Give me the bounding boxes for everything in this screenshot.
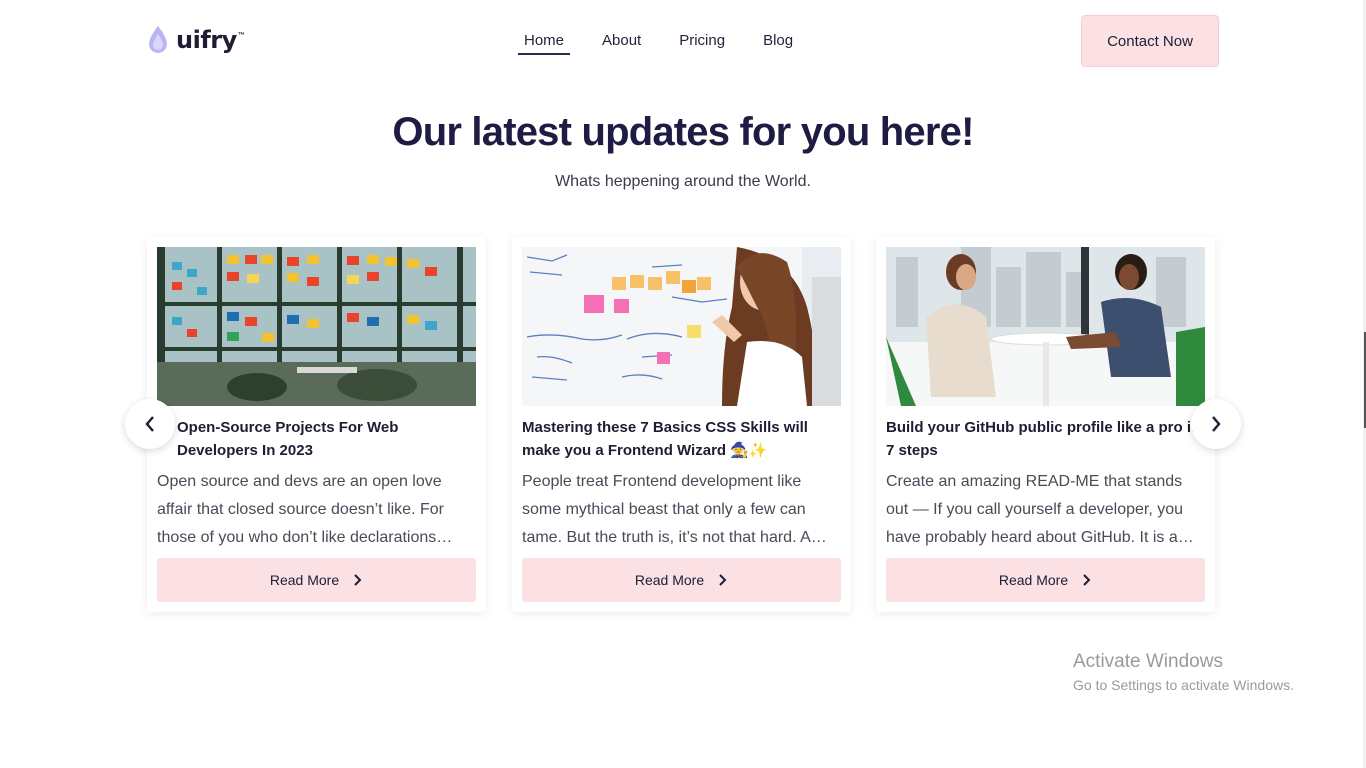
card-title[interactable]: Mastering these 7 Basics CSS Skills will… — [522, 416, 841, 462]
card-image-office — [157, 247, 476, 406]
main-nav: Home About Pricing Blog — [518, 30, 825, 55]
windows-activation-watermark: Activate Windows Go to Settings to activ… — [1073, 651, 1294, 693]
carousel-next-button[interactable] — [1191, 399, 1241, 449]
logo-text: uifry — [176, 26, 237, 54]
read-more-button[interactable]: Read More — [522, 558, 841, 602]
logo-trademark: ™ — [237, 32, 245, 39]
chevron-right-icon — [354, 574, 362, 586]
read-more-button[interactable]: Read More — [886, 558, 1205, 602]
read-more-label: Read More — [998, 572, 1069, 588]
droplet-logo-icon — [149, 26, 167, 53]
read-more-label: Read More — [269, 572, 340, 588]
chevron-left-icon — [145, 416, 154, 432]
blog-card: Open-Source Projects For Web Developers … — [147, 237, 486, 612]
watermark-subtitle: Go to Settings to activate Windows. — [1073, 677, 1294, 693]
contact-now-button[interactable]: Contact Now — [1081, 15, 1219, 67]
nav-blog[interactable]: Blog — [757, 30, 799, 55]
chevron-right-icon — [719, 574, 727, 586]
card-description: Open source and devs are an open love af… — [157, 473, 453, 546]
chevron-right-icon — [1212, 416, 1221, 432]
nav-home[interactable]: Home — [518, 30, 571, 55]
blog-card: Build your GitHub public profile like a … — [876, 237, 1215, 612]
blog-card: Mastering these 7 Basics CSS Skills will… — [512, 237, 851, 612]
logo[interactable]: uifry ™ — [146, 24, 245, 56]
card-title[interactable]: Open-Source Projects For Web Developers … — [157, 416, 476, 462]
card-description: Create an amazing READ-ME that stands ou… — [886, 473, 1194, 546]
carousel-prev-button[interactable] — [125, 399, 175, 449]
nav-pricing[interactable]: Pricing — [673, 30, 731, 55]
card-description: People treat Frontend development like s… — [522, 473, 827, 546]
section-subtitle: Whats heppening around the World. — [555, 173, 811, 190]
card-image-whiteboard — [522, 247, 841, 406]
nav-about[interactable]: About — [596, 30, 647, 55]
card-image-meeting — [886, 247, 1205, 406]
read-more-label: Read More — [634, 572, 705, 588]
site-header: uifry ™ Home About Pricing Blog Contact … — [0, 0, 1366, 84]
watermark-title: Activate Windows — [1073, 651, 1223, 672]
card-title[interactable]: Build your GitHub public profile like a … — [886, 416, 1205, 462]
blog-cards-carousel: Open-Source Projects For Web Developers … — [147, 237, 1219, 617]
read-more-button[interactable]: Read More — [157, 558, 476, 602]
chevron-right-icon — [1083, 574, 1091, 586]
section-title: Our latest updates for you here! — [392, 110, 974, 154]
